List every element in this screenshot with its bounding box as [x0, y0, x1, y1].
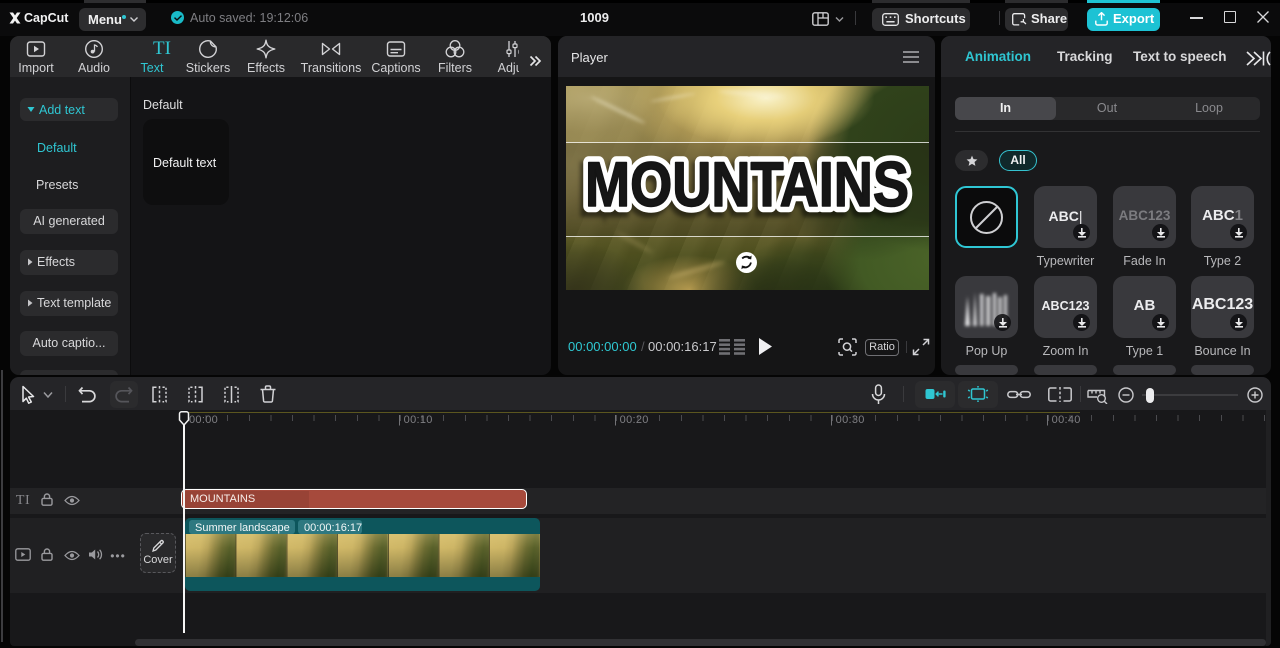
svg-text:MOUNTAINS: MOUNTAINS [585, 150, 909, 220]
